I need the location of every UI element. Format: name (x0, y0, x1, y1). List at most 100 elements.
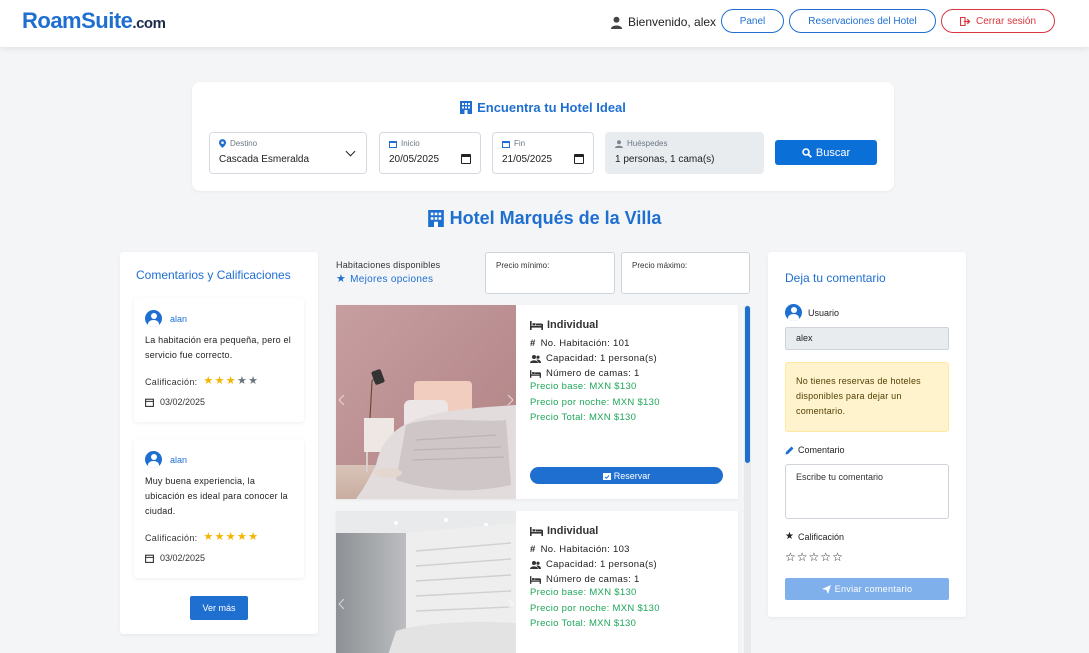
user-icon (610, 16, 623, 29)
reviews-title: Comentarios y Calificaciones (136, 268, 291, 282)
review-text: Muy buena experiencia, la ubicación es i… (145, 476, 288, 516)
room-number: # No. Habitación: 101 (530, 338, 630, 349)
rating-stars: ★ ★ ★ ★ ★ (203, 532, 258, 543)
available-rooms-label: Habitaciones disponibles (336, 260, 441, 270)
guests-label: Huéspedes (627, 139, 668, 148)
end-date-label: Fin (514, 139, 526, 148)
start-date-label: Inicio (401, 139, 420, 148)
star-outline-icon[interactable]: ☆ (797, 551, 808, 563)
max-price-label: Precio máximo: (632, 261, 688, 270)
user-greeting: Bienvenido, alex (610, 15, 716, 29)
star-empty-icon: ★ (248, 375, 259, 387)
star-outline-icon[interactable]: ☆ (809, 551, 820, 563)
room-beds: Número de camas: 1 (530, 572, 660, 587)
destination-select[interactable]: Destino Cascada Esmeralda (209, 132, 367, 174)
star-filled-icon: ★ (214, 375, 225, 387)
star-filled-icon: ★ (214, 531, 225, 543)
best-options-link[interactable]: ★ Mejores opciones (336, 273, 433, 286)
calendar-picker-icon[interactable] (574, 154, 584, 164)
room-card: Individual # No. Habitación: 101 Capacida… (336, 305, 738, 499)
star-outline-icon[interactable]: ☆ (785, 551, 796, 563)
room-info: Individual # No. Habitación: 101 Capacida… (530, 319, 660, 428)
star-filled-icon: ★ (225, 375, 236, 387)
comment-textarea[interactable]: Escribe tu comentario (785, 464, 949, 519)
destination-value: Cascada Esmeralda (219, 154, 310, 165)
comment-form-panel: Deja tu comentario Usuario alex No tiene… (768, 252, 966, 617)
username-field: alex (785, 327, 949, 350)
calendar-check-icon (602, 472, 611, 480)
start-date-value: 20/05/2025 (389, 154, 440, 165)
calendar-icon (145, 398, 154, 407)
room-photo[interactable] (336, 305, 516, 499)
star-outline-icon[interactable]: ☆ (820, 551, 831, 563)
building-icon (460, 101, 473, 114)
review-date: 03/02/2025 (145, 553, 205, 563)
rooms-scrollbar[interactable] (744, 305, 751, 653)
review-card: alan La habitación era pequeña, pero el … (134, 298, 304, 422)
hashtag-icon: # (530, 544, 536, 555)
star-filled-icon: ★ (203, 531, 214, 543)
user-avatar-icon (145, 451, 162, 468)
star-filled-icon: ★ (203, 375, 214, 387)
room-total-price: Precio Total: MXN $130 (530, 412, 637, 423)
hotel-reservations-button[interactable]: Reservaciones del Hotel (789, 9, 936, 33)
destination-label: Destino (219, 139, 257, 148)
greeting-text: Bienvenido, alex (628, 15, 717, 29)
building-icon (427, 210, 444, 227)
rating-label: Calificación: (145, 532, 198, 543)
star-icon: ★ (336, 273, 347, 285)
no-reservations-alert: No tienes reservas de hoteles disponible… (785, 362, 949, 432)
star-filled-icon: ★ (248, 531, 259, 543)
review-text: La habitación era pequeña, pero el servi… (145, 335, 291, 360)
scrollbar-thumb[interactable] (745, 306, 750, 463)
room-capacity: Capacidad: 1 persona(s) (530, 557, 660, 572)
room-base-price: Precio base: MXN $130 (530, 381, 637, 392)
review-card: alan Muy buena experiencia, la ubicación… (134, 439, 304, 578)
logo-tld: .com (132, 15, 166, 32)
calendar-icon (389, 140, 397, 148)
room-night-price: Precio por noche: MXN $130 (530, 602, 660, 614)
top-navbar: RoamSuite.com Bienvenido, alex Panel Res… (0, 0, 1089, 47)
calendar-picker-icon[interactable] (461, 154, 471, 164)
calendar-icon (145, 554, 154, 563)
bed-icon (530, 526, 543, 536)
star-empty-icon: ★ (236, 375, 248, 387)
reserve-button[interactable]: Reservar (530, 467, 723, 484)
hashtag-icon: # (530, 338, 536, 349)
review-user: alan (145, 310, 187, 327)
reviews-panel: Comentarios y Calificaciones alan La hab… (120, 252, 318, 634)
star-filled-icon: ★ (236, 531, 248, 543)
room-type: Individual (530, 319, 660, 331)
star-filled-icon: ★ (225, 531, 236, 543)
see-more-button[interactable]: Ver más (190, 596, 248, 620)
hotel-name: Hotel Marqués de la Villa (449, 208, 662, 228)
search-title: Encuentra tu Hotel Ideal (192, 100, 894, 115)
send-comment-button[interactable]: Enviar comentario (785, 578, 949, 600)
room-number: # No. Habitación: 103 (530, 544, 630, 555)
min-price-input[interactable]: Precio mínimo: (485, 252, 615, 294)
logout-button[interactable]: Cerrar sesión (941, 9, 1055, 33)
user-avatar-icon (145, 310, 162, 327)
search-button[interactable]: Buscar (775, 140, 877, 165)
room-night-price: Precio por noche: MXN $130 (530, 396, 660, 408)
panel-button[interactable]: Panel (721, 9, 784, 33)
users-icon (530, 354, 541, 363)
roamsuite-logo[interactable]: RoamSuite.com (22, 8, 166, 34)
room-total-price: Precio Total: MXN $130 (530, 618, 637, 629)
chevron-down-icon (345, 146, 356, 157)
end-date-input[interactable]: Fin 21/05/2025 (492, 132, 594, 174)
rating-stars: ★ ★ ★ ★ ★ (203, 376, 258, 387)
max-price-input[interactable]: Precio máximo: (621, 252, 750, 294)
logout-label: Cerrar sesión (975, 15, 1037, 27)
rating-label: ★ Calificación (785, 531, 844, 543)
user-label: Usuario (785, 304, 839, 321)
room-photo[interactable] (336, 511, 516, 653)
paper-plane-icon (821, 584, 831, 594)
comment-label: Comentario (785, 445, 845, 455)
review-date: 03/02/2025 (145, 397, 205, 407)
star-outline-icon[interactable]: ☆ (832, 551, 843, 563)
guests-field[interactable]: Huéspedes 1 personas, 1 cama(s) (605, 132, 764, 174)
end-date-value: 21/05/2025 (502, 154, 553, 165)
start-date-input[interactable]: Inicio 20/05/2025 (379, 132, 481, 174)
hotel-title: Hotel Marqués de la Villa (0, 208, 1089, 229)
